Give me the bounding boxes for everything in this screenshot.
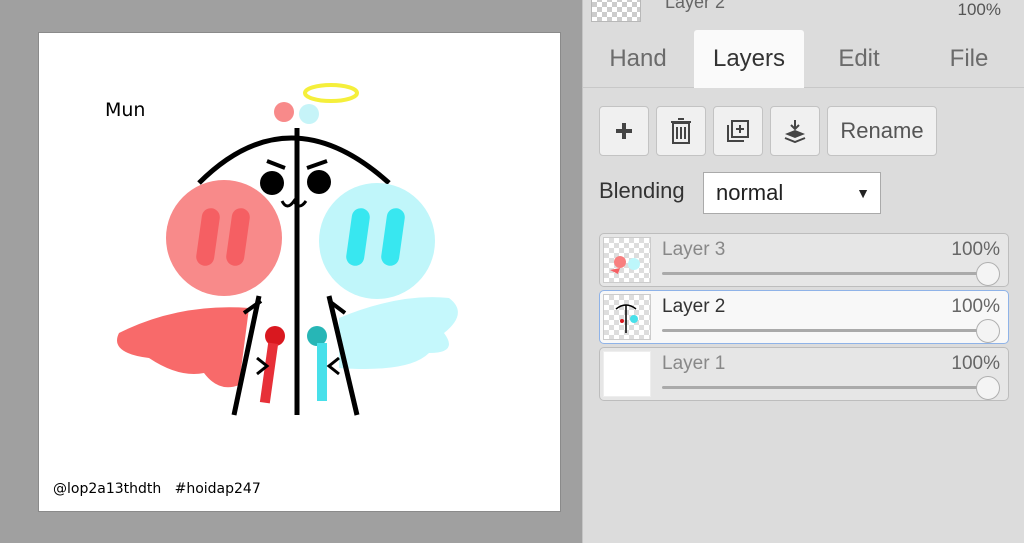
layer-3-opacity: 100% (951, 239, 1000, 260)
layer-1-opacity-track[interactable] (662, 386, 986, 389)
layer-3-name: Layer 3 (662, 239, 726, 260)
tab-file[interactable]: File (929, 30, 1009, 88)
layer-1-opacity-handle[interactable] (976, 376, 1000, 400)
duplicate-layer-button[interactable] (713, 106, 763, 156)
duplicate-icon (727, 120, 749, 142)
canvas-workspace: Mun @lop2a13thdth #hoidap247 (0, 0, 582, 543)
layer-2-opacity-track[interactable] (662, 329, 986, 332)
blending-select[interactable]: normal ▼ (703, 172, 881, 214)
layer-2-opacity: 100% (951, 296, 1000, 317)
tab-layers[interactable]: Layers (694, 30, 804, 88)
layer-2-name: Layer 2 (662, 296, 726, 317)
plus-icon (616, 123, 632, 139)
merge-down-button[interactable] (770, 106, 820, 156)
panel-tabs: Hand Layers Edit File (583, 30, 1024, 88)
blending-value: normal (716, 180, 784, 205)
tab-hand[interactable]: Hand (595, 30, 681, 88)
layer-3-opacity-track[interactable] (662, 272, 986, 275)
layer-row-2[interactable]: Layer 2 100% (599, 290, 1009, 344)
tab-edit[interactable]: Edit (819, 30, 899, 88)
add-layer-button[interactable] (599, 106, 649, 156)
side-panel: Layer 2 100% Hand Layers Edit File Renam… (582, 0, 1024, 543)
canvas-name-text: Mun (105, 99, 146, 121)
merge-down-icon (784, 120, 806, 143)
layer-2-opacity-handle[interactable] (976, 319, 1000, 343)
blending-label: Blending (599, 178, 685, 203)
delete-layer-button[interactable] (656, 106, 706, 156)
layer-row-1[interactable]: Layer 1 100% (599, 347, 1009, 401)
layer-row-3[interactable]: Layer 3 100% (599, 233, 1009, 287)
layer-1-name: Layer 1 (662, 353, 726, 374)
layer-preview-opacity: 100% (957, 0, 1001, 19)
canvas-caption-text: @lop2a13thdth #hoidap247 (53, 481, 261, 497)
drawing-canvas[interactable]: Mun @lop2a13thdth #hoidap247 (38, 32, 561, 512)
layer-preview-name: Layer 2 (665, 0, 726, 12)
layer-1-opacity: 100% (951, 353, 1000, 374)
trash-icon (671, 118, 691, 144)
layer-2-thumbnail (603, 294, 651, 340)
dropdown-arrow-icon: ▼ (856, 185, 870, 201)
layer-3-thumbnail (603, 237, 651, 283)
layer-1-thumbnail (603, 351, 651, 397)
layer-preview-strip: Layer 2 100% (583, 0, 1024, 22)
rename-layer-button[interactable]: Rename (827, 106, 937, 156)
layer-preview-thumbnail (591, 0, 641, 22)
layer-3-opacity-handle[interactable] (976, 262, 1000, 286)
